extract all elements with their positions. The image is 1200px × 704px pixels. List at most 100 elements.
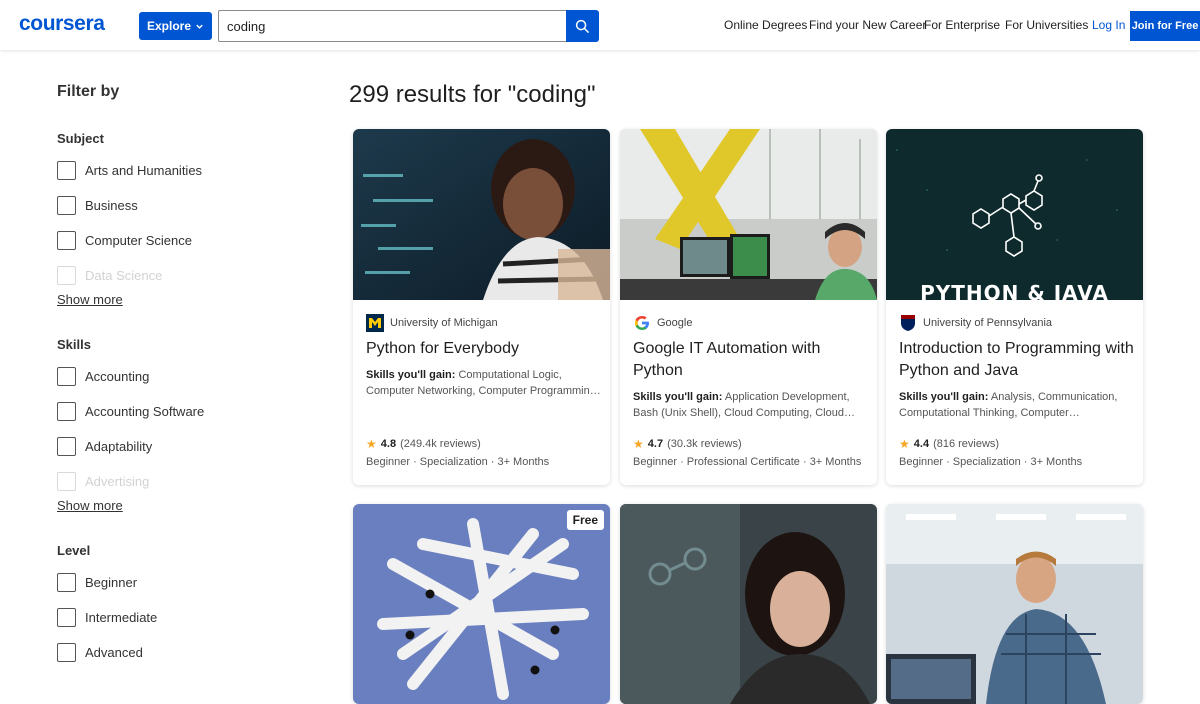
- rating-value: 4.7: [647, 438, 664, 450]
- chevron-down-icon: [196, 24, 203, 29]
- course-thumbnail: [620, 129, 877, 300]
- results-heading: 299 results for "coding": [349, 81, 596, 108]
- filter-option-label: Beginner: [85, 574, 138, 590]
- checkbox[interactable]: [57, 195, 76, 215]
- skills-prefix: Skills you'll gain:: [366, 369, 456, 381]
- review-count: (816 reviews): [933, 438, 1000, 450]
- thumbnail-caption: PYTHON & JAVA: [920, 281, 1109, 300]
- partner-name: University of Pennsylvania: [923, 317, 1053, 329]
- skills-heading: Skills: [57, 337, 91, 352]
- checkbox[interactable]: [57, 607, 76, 627]
- skills-text: Skills you'll gain: Application Developm…: [633, 389, 869, 421]
- google-g-logo-icon: [633, 314, 651, 332]
- filter-option-label: Arts and Humanities: [85, 162, 203, 178]
- filter-option-beginner[interactable]: Beginner: [57, 572, 137, 592]
- login-link[interactable]: Log In: [1092, 18, 1125, 32]
- review-count: (249.4k reviews): [400, 438, 481, 450]
- course-card[interactable]: University of Michigan Python for Everyb…: [353, 129, 610, 485]
- filter-option-label: Computer Science: [85, 232, 192, 248]
- course-thumbnail: [620, 504, 877, 704]
- level-heading: Level: [57, 543, 91, 558]
- filter-option-accounting[interactable]: Accounting: [57, 366, 149, 386]
- course-title[interactable]: Introduction to Programming with Python …: [899, 338, 1137, 382]
- filter-option-arts[interactable]: Arts and Humanities: [57, 160, 202, 180]
- star-icon: ★: [899, 437, 910, 451]
- explore-button[interactable]: Explore: [139, 12, 212, 40]
- course-meta: Beginner · Specialization · 3+ Months: [366, 456, 550, 468]
- rating-row: ★ 4.4 (816 reviews): [899, 437, 999, 451]
- course-thumbnail: [886, 504, 1143, 704]
- subject-show-more-link[interactable]: Show more: [57, 292, 123, 307]
- course-card[interactable]: PYTHON & JAVA University of Pennsylvania…: [886, 129, 1143, 485]
- partner-row: University of Michigan: [366, 314, 498, 332]
- checkbox[interactable]: [57, 265, 76, 285]
- rating-row: ★ 4.7 (30.3k reviews): [633, 437, 742, 451]
- nav-online-degrees[interactable]: Online Degrees: [724, 18, 807, 32]
- nav-find-career[interactable]: Find your New Career: [809, 18, 926, 32]
- checkbox[interactable]: [57, 572, 76, 592]
- explore-label: Explore: [146, 19, 191, 33]
- coursera-logo[interactable]: coursera: [19, 12, 105, 36]
- rating-row: ★ 4.8 (249.4k reviews): [366, 437, 481, 451]
- checkbox[interactable]: [57, 366, 76, 386]
- review-count: (30.3k reviews): [667, 438, 742, 450]
- skills-text: Skills you'll gain: Computational Logic,…: [366, 367, 602, 399]
- michigan-m-logo-icon: [366, 314, 384, 332]
- course-meta: Beginner · Professional Certificate · 3+…: [633, 456, 862, 468]
- search-icon: [575, 19, 590, 33]
- search-button[interactable]: [566, 10, 599, 42]
- course-thumbnail: PYTHON & JAVA: [886, 129, 1143, 300]
- search-input-value: coding: [227, 18, 266, 34]
- course-card[interactable]: [886, 504, 1143, 704]
- course-thumbnail: [353, 129, 610, 300]
- partner-row: Google: [633, 314, 692, 332]
- filter-option-advertising[interactable]: Advertising: [57, 471, 149, 491]
- star-icon: ★: [633, 437, 644, 451]
- filter-option-data-science[interactable]: Data Science: [57, 265, 162, 285]
- course-title[interactable]: Python for Everybody: [366, 338, 604, 360]
- nav-for-universities[interactable]: For Universities: [1005, 18, 1088, 32]
- course-card[interactable]: Google Google IT Automation with Python …: [620, 129, 877, 485]
- partner-name: University of Michigan: [390, 317, 498, 329]
- search-input[interactable]: coding: [218, 10, 567, 42]
- rating-value: 4.8: [380, 438, 397, 450]
- star-icon: ★: [366, 437, 377, 451]
- subject-heading: Subject: [57, 131, 104, 146]
- filter-option-label: Business: [85, 197, 138, 213]
- checkbox[interactable]: [57, 230, 76, 250]
- nav-for-enterprise[interactable]: For Enterprise: [924, 18, 1000, 32]
- filter-option-label: Data Science: [85, 267, 163, 283]
- checkbox[interactable]: [57, 642, 76, 662]
- course-card[interactable]: Free: [353, 504, 610, 704]
- course-meta: Beginner · Specialization · 3+ Months: [899, 456, 1083, 468]
- filter-option-adaptability[interactable]: Adaptability: [57, 436, 152, 456]
- skills-show-more-link[interactable]: Show more: [57, 498, 123, 513]
- course-title[interactable]: Google IT Automation with Python: [633, 338, 871, 382]
- checkbox[interactable]: [57, 160, 76, 180]
- checkbox[interactable]: [57, 436, 76, 456]
- filter-option-business[interactable]: Business: [57, 195, 138, 215]
- free-badge: Free: [566, 510, 604, 530]
- top-header: coursera Explore coding Online Degrees F…: [0, 0, 1200, 50]
- filter-option-label: Accounting Software: [85, 403, 205, 419]
- checkbox[interactable]: [57, 471, 76, 491]
- join-for-free-button[interactable]: Join for Free: [1130, 11, 1200, 41]
- filter-option-accounting-software[interactable]: Accounting Software: [57, 401, 204, 421]
- skills-prefix: Skills you'll gain:: [633, 391, 723, 403]
- filter-by-heading: Filter by: [57, 83, 120, 100]
- partner-name: Google: [657, 317, 693, 329]
- filter-option-label: Adaptability: [85, 438, 153, 454]
- filter-option-computer-science[interactable]: Computer Science: [57, 230, 192, 250]
- filter-option-intermediate[interactable]: Intermediate: [57, 607, 157, 627]
- rating-value: 4.4: [913, 438, 930, 450]
- penn-shield-logo-icon: [899, 314, 917, 332]
- course-card[interactable]: [620, 504, 877, 704]
- filter-option-label: Accounting: [85, 368, 150, 384]
- course-thumbnail: [353, 504, 610, 704]
- filter-option-label: Advertising: [85, 473, 150, 489]
- checkbox[interactable]: [57, 401, 76, 421]
- skills-prefix: Skills you'll gain:: [899, 391, 989, 403]
- filter-option-advanced[interactable]: Advanced: [57, 642, 143, 662]
- filter-option-label: Intermediate: [85, 609, 158, 625]
- partner-row: University of Pennsylvania: [899, 314, 1052, 332]
